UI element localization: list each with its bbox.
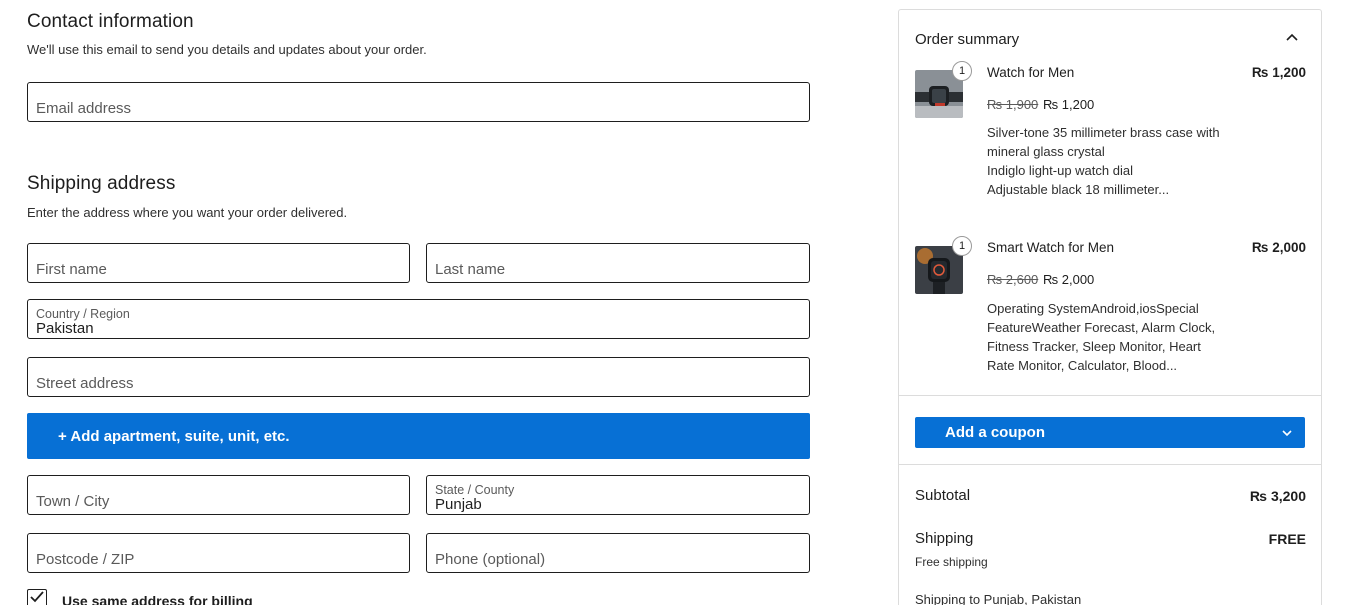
state-select[interactable]: State / County Punjab — [426, 475, 810, 515]
last-name-placeholder: Last name — [435, 261, 506, 278]
postcode-field[interactable]: Postcode / ZIP — [27, 533, 410, 573]
shipping-destination: Shipping to Punjab, Pakistan — [915, 592, 1082, 605]
item-name: Smart Watch for Men — [987, 240, 1115, 255]
contact-description: We'll use this email to send you details… — [27, 42, 427, 57]
divider — [899, 395, 1321, 396]
contact-heading: Contact information — [27, 11, 194, 32]
add-coupon-label: Add a coupon — [945, 424, 1045, 441]
shipping-value: FREE — [1268, 531, 1306, 547]
email-field[interactable]: Email address — [27, 82, 810, 122]
add-apartment-label: + Add apartment, suite, unit, etc. — [58, 428, 290, 445]
country-select[interactable]: Country / Region Pakistan — [27, 299, 810, 339]
subtotal-value: ₨ 3,200 — [1249, 488, 1306, 504]
add-apartment-button[interactable]: + Add apartment, suite, unit, etc. — [27, 413, 810, 459]
add-coupon-button[interactable]: Add a coupon — [915, 417, 1305, 448]
city-placeholder: Town / City — [36, 493, 110, 510]
country-label: Country / Region — [36, 307, 130, 321]
first-name-placeholder: First name — [36, 261, 107, 278]
item-old-price: ₨ 2,600 — [987, 272, 1039, 287]
chevron-up-icon[interactable] — [1285, 31, 1299, 50]
item-name: Watch for Men — [987, 65, 1075, 80]
city-field[interactable]: Town / City — [27, 475, 410, 515]
shipping-heading: Shipping address — [27, 173, 176, 194]
item-price: ₨ 1,200 — [1251, 65, 1306, 80]
item-quantity-badge: 1 — [952, 61, 972, 81]
checkmark-icon — [30, 591, 44, 603]
item-old-price: ₨ 1,900 — [987, 97, 1039, 112]
divider — [899, 464, 1321, 465]
street-address-placeholder: Street address — [36, 375, 134, 392]
order-summary-title[interactable]: Order summary — [915, 31, 1019, 48]
item-new-price: ₨ 2,000 — [1043, 272, 1095, 287]
state-label: State / County — [435, 483, 515, 497]
country-value: Pakistan — [36, 320, 94, 337]
phone-placeholder: Phone (optional) — [435, 551, 546, 568]
phone-field[interactable]: Phone (optional) — [426, 533, 810, 573]
state-value: Punjab — [435, 496, 482, 513]
same-billing-label: Use same address for billing — [62, 593, 253, 605]
postcode-placeholder: Postcode / ZIP — [36, 551, 135, 568]
item-new-price: ₨ 1,200 — [1043, 97, 1095, 112]
shipping-description: Enter the address where you want your or… — [27, 205, 348, 220]
email-placeholder: Email address — [36, 100, 132, 117]
chevron-down-icon — [1281, 426, 1293, 444]
order-summary-panel: Order summary 1 Watch for Men ₨ 1,200 ₨ … — [898, 9, 1322, 605]
first-name-field[interactable]: First name — [27, 243, 410, 283]
item-price: ₨ 2,000 — [1251, 240, 1306, 255]
item-quantity-badge: 1 — [952, 236, 972, 256]
same-billing-checkbox[interactable] — [27, 589, 47, 605]
subtotal-label: Subtotal — [915, 487, 971, 504]
street-address-field[interactable]: Street address — [27, 357, 810, 397]
item-description: Silver-tone 35 millimeter brass case wit… — [987, 125, 1220, 197]
last-name-field[interactable]: Last name — [426, 243, 810, 283]
item-description: Operating SystemAndroid,iosSpecial Featu… — [987, 301, 1216, 373]
shipping-method: Free shipping — [915, 555, 988, 569]
shipping-label: Shipping — [915, 530, 974, 547]
